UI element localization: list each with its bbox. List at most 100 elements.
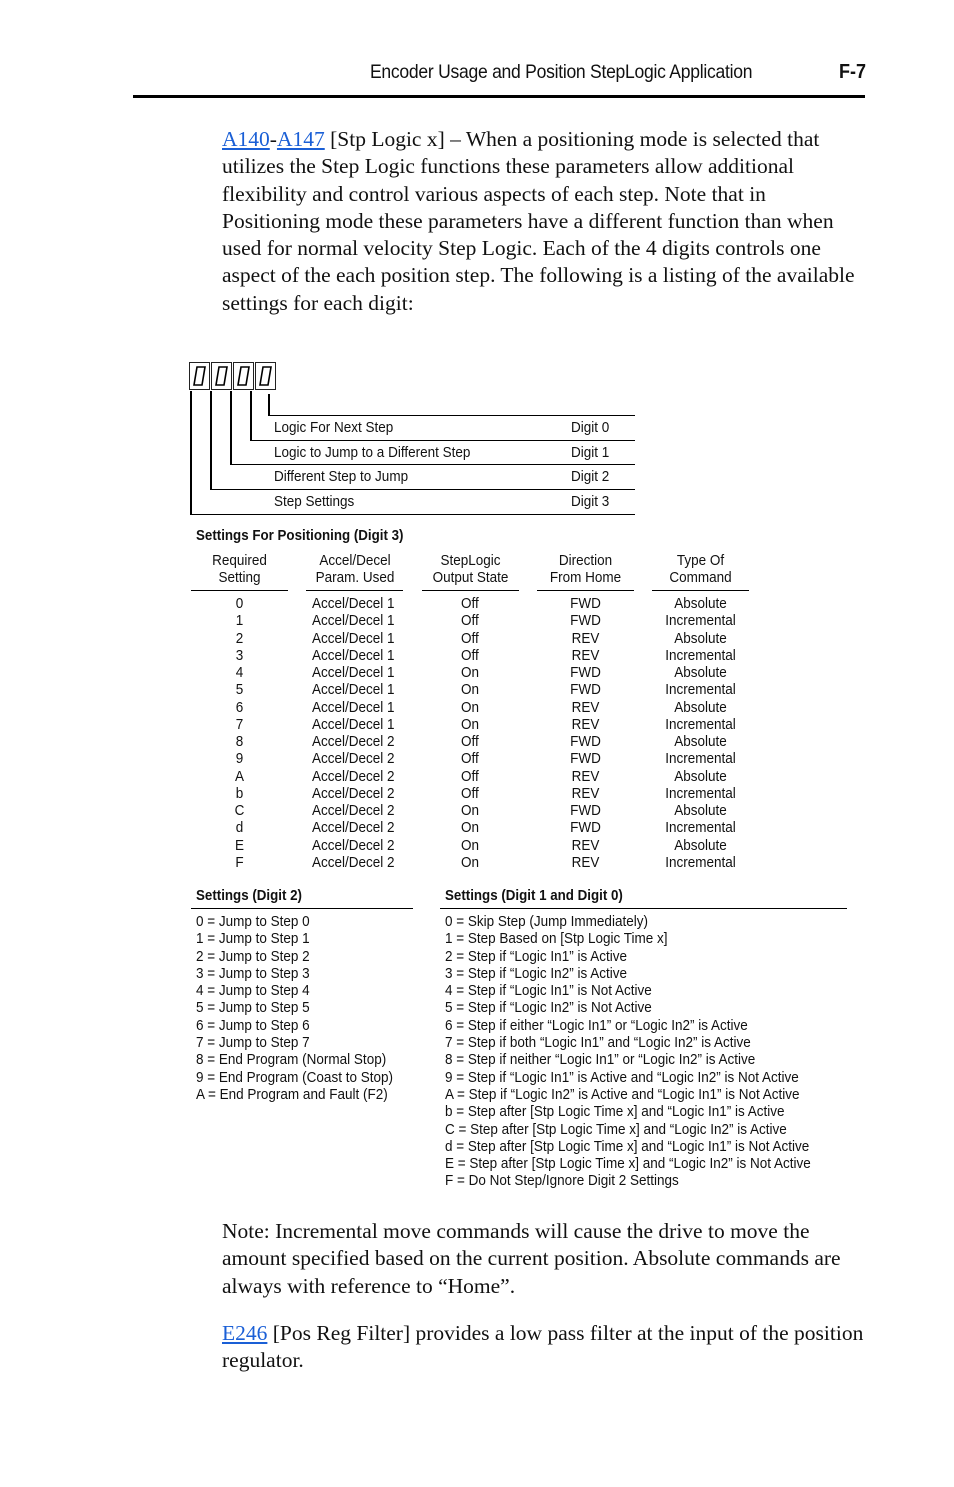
positioning-table-title: Settings For Positioning (Digit 3): [196, 528, 404, 544]
cell-output-state: Off: [461, 733, 479, 750]
digit2-setting-item: A = End Program and Fault (F2): [196, 1085, 388, 1103]
digit2-setting-item: 8 = End Program (Normal Stop): [196, 1051, 387, 1069]
column-rule: [537, 590, 634, 592]
column-rule: [422, 590, 519, 592]
seven-segment-zero-icon: [259, 366, 272, 386]
cell-direction: FWD: [570, 750, 601, 768]
digit10-setting-item: 6 = Step if either “Logic In1” or “Logic…: [445, 1016, 748, 1034]
cell-command-type: Absolute: [674, 698, 727, 716]
intro-text: [Stp Logic x] – When a positioning mode …: [222, 127, 855, 315]
column-header-output-state: StepLogic Output State: [427, 552, 514, 586]
digit2-setting-item: 5 = Jump to Step 5: [196, 999, 310, 1017]
cell-direction: FWD: [570, 612, 601, 630]
cell-required-setting: b: [235, 784, 244, 802]
cell-output-state: On: [461, 802, 480, 819]
digit2-setting-item: 9 = End Program (Coast to Stop): [196, 1068, 393, 1086]
column-direction: FWD FWD REV REV FWD FWD REV REV FWD FWD REV REV FWD F…: [542, 595, 629, 871]
cell-command-type: Incremental: [665, 853, 736, 871]
param-link-a147[interactable]: A147: [277, 127, 325, 151]
header-line: Direction: [558, 552, 613, 569]
header-line: Accel/Decel: [319, 552, 391, 569]
cell-command-type: Incremental: [665, 681, 736, 699]
digit2-setting-item: 0 = Jump to Step 0: [196, 913, 310, 930]
digit10-setting-item: d = Step after [Stp Logic Time x] and “L…: [445, 1137, 810, 1155]
cell-direction: REV: [571, 698, 600, 716]
header-line: Command: [669, 569, 732, 586]
column-required-setting: 0123456789AbCdEF: [196, 595, 283, 871]
cell-required-setting: 7: [235, 715, 244, 733]
param-link-a140[interactable]: A140: [222, 127, 270, 151]
header-line: Setting: [218, 569, 261, 586]
cell-direction: FWD: [570, 681, 601, 699]
cell-direction: REV: [571, 853, 600, 871]
cell-command-type: Absolute: [674, 595, 727, 612]
seven-segment-zero-icon: [215, 366, 228, 386]
digit10-settings-title: Settings (Digit 1 and Digit 0): [445, 888, 623, 904]
diagram-label-digit0: Logic For Next Step: [274, 419, 394, 436]
digit-0-box: [255, 362, 276, 390]
cell-command-type: Incremental: [665, 715, 736, 733]
cell-output-state: Off: [461, 784, 479, 802]
cell-required-setting: F: [235, 853, 244, 871]
cell-accel-decel: Accel/Decel 1: [312, 698, 395, 716]
digit10-setting-item: E = Step after [Stp Logic Time x] and “L…: [445, 1155, 811, 1173]
column-rule: [191, 590, 288, 592]
digit10-setting-item: 8 = Step if neither “Logic In1” or “Logi…: [445, 1051, 756, 1069]
header-line: StepLogic: [440, 552, 501, 569]
digit-1-box: [233, 362, 254, 390]
digit2-settings-rule: [191, 908, 413, 910]
running-header-title: Encoder Usage and Position StepLogic App…: [370, 61, 753, 83]
diagram-label-digit1: Logic to Jump to a Different Step: [274, 444, 471, 461]
page-number: F-7: [839, 61, 866, 83]
cell-required-setting: 8: [235, 733, 244, 750]
cell-command-type: Incremental: [665, 819, 736, 837]
digit10-setting-item: 4 = Step if “Logic In1” is Not Active: [445, 982, 652, 1000]
cell-command-type: Incremental: [665, 612, 736, 630]
leader-digit1-vertical: [230, 391, 232, 465]
cell-output-state: On: [461, 664, 480, 681]
cell-accel-decel: Accel/Decel 2: [312, 802, 395, 819]
digit10-setting-item: 0 = Skip Step (Jump Immediately): [445, 913, 648, 930]
cell-output-state: On: [461, 819, 480, 837]
param-link-e246[interactable]: E246: [222, 1321, 267, 1345]
cell-accel-decel: Accel/Decel 2: [312, 836, 395, 854]
digit10-setting-item: 5 = Step if “Logic In2” is Not Active: [445, 999, 652, 1017]
cell-required-setting: 1: [235, 612, 244, 630]
diagram-digit2: Digit 2: [571, 468, 610, 485]
seven-segment-zero-icon: [193, 366, 206, 386]
cell-required-setting: 6: [235, 698, 244, 716]
cell-output-state: Off: [461, 629, 479, 647]
cell-command-type: Incremental: [665, 646, 736, 664]
cell-command-type: Absolute: [674, 629, 727, 647]
cell-accel-decel: Accel/Decel 2: [312, 750, 395, 768]
digit2-settings-list: 0 = Jump to Step 01 = Jump to Step 12 = …: [196, 913, 393, 1103]
digit10-setting-item: A = Step if “Logic In2” is Active and “L…: [445, 1085, 800, 1103]
digit10-setting-item: 2 = Step if “Logic In1” is Active: [445, 947, 627, 965]
header-line: Required: [212, 552, 267, 569]
e246-paragraph: E246 [Pos Reg Filter] provides a low pas…: [222, 1320, 867, 1375]
digit2-setting-item: 2 = Jump to Step 2: [196, 947, 310, 965]
header-line: From Home: [549, 569, 622, 586]
column-header-direction: Direction From Home: [542, 552, 629, 586]
cell-direction: FWD: [570, 819, 601, 837]
cell-command-type: Absolute: [674, 836, 727, 854]
dash: -: [269, 127, 277, 151]
intro-paragraph: A140-A147 [Stp Logic x] – When a positio…: [222, 126, 867, 317]
cell-accel-decel: Accel/Decel 2: [312, 733, 395, 750]
cell-output-state: On: [461, 698, 480, 716]
cell-required-setting: 3: [235, 646, 244, 664]
digit10-settings-list: 0 = Skip Step (Jump Immediately) 1 = Step…: [445, 913, 811, 1190]
digit2-settings-title: Settings (Digit 2): [196, 888, 302, 904]
cell-direction: REV: [571, 715, 600, 733]
column-rule: [652, 590, 749, 592]
leader-digit3-vertical: [190, 391, 192, 515]
cell-required-setting: C: [234, 802, 245, 819]
cell-accel-decel: Accel/Decel 2: [312, 767, 395, 785]
note-paragraph: Note: Incremental move commands will cau…: [222, 1219, 841, 1298]
column-header-required-setting: Required Setting: [196, 552, 283, 586]
leader-top-vertical: [268, 394, 270, 416]
digit10-setting-item: 3 = Step if “Logic In2” is Active: [445, 964, 627, 982]
cell-required-setting: 4: [235, 664, 244, 681]
cell-accel-decel: Accel/Decel 1: [312, 646, 395, 664]
cell-accel-decel: Accel/Decel 2: [312, 853, 395, 871]
